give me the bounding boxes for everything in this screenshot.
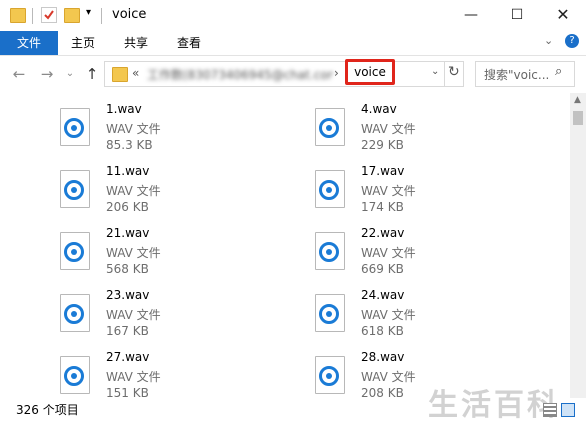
file-item[interactable]: 1.wav WAV 文件 85.3 KB	[60, 102, 260, 158]
file-size: 208 KB	[361, 386, 404, 398]
watermark-text: 生活百科	[428, 388, 560, 423]
breadcrumb-overflow[interactable]: «	[132, 66, 139, 80]
file-item[interactable]: 27.wav WAV 文件 151 KB	[60, 350, 260, 398]
file-type: WAV 文件	[106, 246, 161, 260]
item-count: 326 个项目	[16, 403, 79, 417]
new-folder-icon[interactable]	[64, 8, 80, 23]
tab-view[interactable]: 查看	[166, 31, 212, 55]
audio-file-icon	[315, 108, 345, 146]
close-button[interactable]: ✕	[540, 0, 586, 31]
title-divider	[32, 8, 33, 24]
audio-file-icon	[60, 170, 90, 208]
audio-file-icon	[60, 108, 90, 146]
refresh-icon[interactable]: ↻	[448, 64, 460, 80]
ribbon-expand-icon[interactable]: ⌄	[544, 34, 553, 47]
file-name: 1.wav	[106, 102, 142, 116]
file-item[interactable]: 11.wav WAV 文件 206 KB	[60, 164, 260, 220]
file-type: WAV 文件	[106, 370, 161, 384]
file-size: 669 KB	[361, 262, 404, 276]
search-input[interactable]: 搜索"voic...	[484, 66, 549, 83]
audio-file-icon	[60, 356, 90, 394]
file-size: 229 KB	[361, 138, 404, 152]
file-list: 1.wav WAV 文件 85.3 KB 4.wav WAV 文件 229 KB…	[0, 93, 570, 398]
tab-share[interactable]: 共享	[113, 31, 159, 55]
file-name: 24.wav	[361, 288, 405, 302]
maximize-button[interactable]: ☐	[494, 0, 540, 31]
audio-file-icon	[315, 170, 345, 208]
folder-icon	[10, 8, 26, 23]
scrollbar-thumb[interactable]	[573, 111, 583, 125]
file-type: WAV 文件	[106, 122, 161, 136]
properties-icon[interactable]	[41, 7, 57, 23]
address-divider	[444, 62, 445, 86]
tab-file[interactable]: 文件	[0, 31, 58, 55]
file-name: 17.wav	[361, 164, 405, 178]
audio-file-icon	[60, 294, 90, 332]
file-size: 206 KB	[106, 200, 149, 214]
file-item[interactable]: 23.wav WAV 文件 167 KB	[60, 288, 260, 344]
large-icons-view-icon[interactable]	[561, 403, 575, 417]
file-size: 174 KB	[361, 200, 404, 214]
file-name: 27.wav	[106, 350, 150, 364]
search-icon[interactable]: ⌕	[555, 64, 562, 79]
file-item[interactable]: 17.wav WAV 文件 174 KB	[315, 164, 515, 220]
audio-file-icon	[315, 232, 345, 270]
status-bar: 326 个项目 生活百科	[0, 388, 586, 423]
title-divider	[101, 8, 102, 24]
file-name: 22.wav	[361, 226, 405, 240]
file-type: WAV 文件	[361, 122, 416, 136]
file-item[interactable]: 24.wav WAV 文件 618 KB	[315, 288, 515, 344]
file-type: WAV 文件	[106, 308, 161, 322]
help-icon[interactable]: ?	[565, 34, 579, 48]
file-size: 618 KB	[361, 324, 404, 338]
address-dropdown-icon[interactable]: ⌄	[431, 66, 439, 77]
file-name: 23.wav	[106, 288, 150, 302]
file-type: WAV 文件	[361, 246, 416, 260]
navigation-bar: ← → ⌄ ↑ « 工作数(83073406945@chat.com) › vo…	[0, 56, 586, 92]
up-button[interactable]: ↑	[82, 56, 102, 92]
file-item[interactable]: 21.wav WAV 文件 568 KB	[60, 226, 260, 282]
file-name: 11.wav	[106, 164, 150, 178]
file-type: WAV 文件	[361, 184, 416, 198]
window-title: voice	[112, 7, 147, 22]
breadcrumb-parent[interactable]: 工作数(83073406945@chat.com)	[147, 66, 333, 83]
scroll-up-icon[interactable]: ▲	[574, 95, 581, 105]
folder-icon	[112, 67, 128, 82]
title-bar: ▾ voice — ☐ ✕	[0, 0, 586, 31]
quick-access-dropdown-icon[interactable]: ▾	[86, 7, 91, 18]
file-size: 167 KB	[106, 324, 149, 338]
breadcrumb-separator-icon: ›	[334, 66, 339, 80]
back-button[interactable]: ←	[8, 56, 30, 92]
file-type: WAV 文件	[106, 184, 161, 198]
details-view-icon[interactable]	[543, 403, 557, 417]
file-size: 568 KB	[106, 262, 149, 276]
address-bar[interactable]: « 工作数(83073406945@chat.com) › voice ⌄ ↻	[104, 59, 464, 87]
breadcrumb-current[interactable]: voice	[345, 59, 395, 85]
minimize-button[interactable]: —	[448, 0, 494, 31]
audio-file-icon	[315, 294, 345, 332]
file-size: 85.3 KB	[106, 138, 153, 152]
file-name: 4.wav	[361, 102, 397, 116]
forward-button[interactable]: →	[36, 56, 58, 92]
search-box[interactable]: 搜索"voic... ⌕	[475, 61, 575, 87]
file-name: 21.wav	[106, 226, 150, 240]
file-type: WAV 文件	[361, 370, 416, 384]
vertical-scrollbar[interactable]: ▲	[570, 93, 586, 398]
file-item[interactable]: 22.wav WAV 文件 669 KB	[315, 226, 515, 282]
ribbon: 文件 主页 共享 查看 ⌄ ?	[0, 31, 586, 56]
file-name: 28.wav	[361, 350, 405, 364]
tab-home[interactable]: 主页	[60, 31, 106, 55]
audio-file-icon	[315, 356, 345, 394]
audio-file-icon	[60, 232, 90, 270]
file-type: WAV 文件	[361, 308, 416, 322]
recent-locations-icon[interactable]: ⌄	[62, 56, 78, 92]
file-size: 151 KB	[106, 386, 149, 398]
file-item[interactable]: 4.wav WAV 文件 229 KB	[315, 102, 515, 158]
